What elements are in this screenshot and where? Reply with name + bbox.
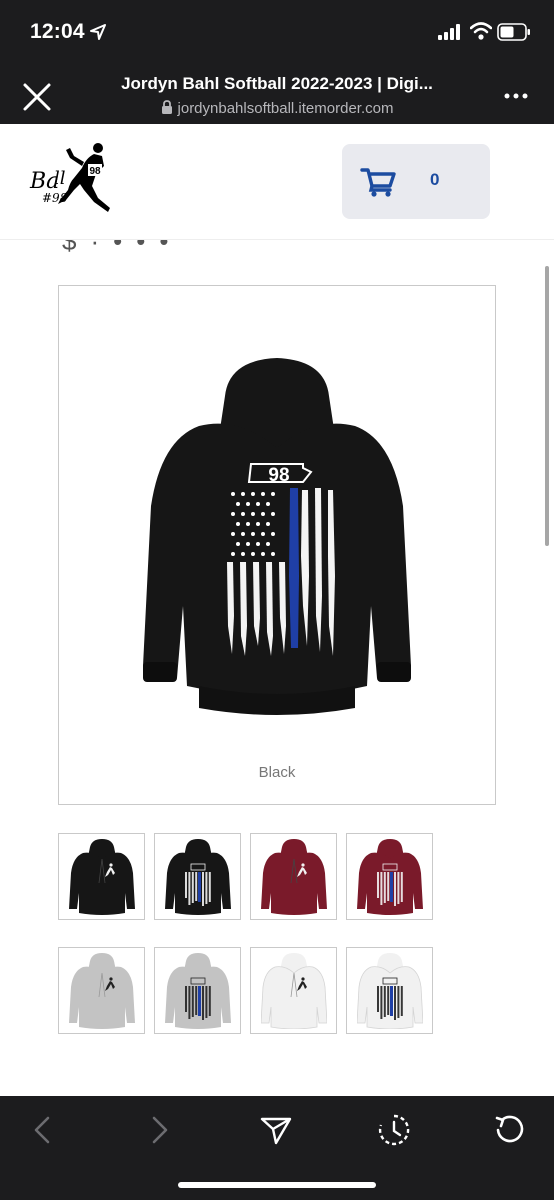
hoodie-thumbnail-icon [260, 838, 327, 915]
more-options-icon[interactable] [503, 91, 529, 101]
thumbnail-black-back[interactable] [154, 833, 241, 920]
location-arrow-icon [90, 24, 106, 40]
send-icon [260, 1117, 292, 1145]
lock-icon [161, 100, 172, 114]
reload-button[interactable] [490, 1112, 530, 1148]
site-logo[interactable]: 98 Ba ll #98 [26, 138, 116, 218]
history-icon [378, 1114, 410, 1146]
cart-button[interactable]: 0 [342, 144, 490, 219]
hoodie-number: 98 [268, 465, 289, 486]
main-product-image[interactable]: 98 Black [58, 285, 496, 805]
thumbnail-maroon-back[interactable] [346, 833, 433, 920]
chevron-left-icon [34, 1116, 50, 1144]
page-url-row[interactable]: jordynbahlsoftball.itemorder.com [70, 100, 484, 117]
battery-icon [497, 23, 530, 41]
hoodie-thumbnail-icon [260, 952, 327, 1029]
status-bar: 12:04 [0, 0, 554, 66]
back-button[interactable] [22, 1112, 62, 1148]
hoodie-thumbnail-icon [68, 838, 135, 915]
status-time: 12:04 [30, 20, 85, 43]
main-image-caption: Black [258, 764, 296, 781]
thumbnail-white-front[interactable] [250, 947, 337, 1034]
reload-icon [495, 1115, 524, 1143]
history-button[interactable] [374, 1112, 414, 1148]
thumbnail-gray-front[interactable] [58, 947, 145, 1034]
product-content: $·••• 98 Black [0, 240, 554, 1096]
scrollbar[interactable] [545, 266, 549, 546]
cart-count: 0 [430, 170, 440, 189]
thumbnail-white-back[interactable] [346, 947, 433, 1034]
thumbnail-black-front[interactable] [58, 833, 145, 920]
page-url: jordynbahlsoftball.itemorder.com [177, 100, 394, 117]
thumbnail-maroon-front[interactable] [250, 833, 337, 920]
site-header: 98 Ba ll #98 0 [0, 124, 554, 240]
svg-text:98: 98 [89, 166, 101, 177]
svg-text:ll: ll [54, 168, 66, 189]
browser-header: Jordyn Bahl Softball 2022-2023 | Digi...… [0, 66, 554, 124]
price-clipped: $·••• [62, 240, 183, 256]
share-button[interactable] [256, 1112, 296, 1148]
hoodie-thumbnail-icon [164, 952, 231, 1029]
cart-icon [360, 168, 396, 197]
thumbnail-gray-back[interactable] [154, 947, 241, 1034]
cellular-signal-icon [438, 24, 460, 40]
home-indicator[interactable] [178, 1182, 376, 1188]
hoodie-back-image: 98 [143, 358, 411, 715]
hoodie-thumbnail-icon [68, 952, 135, 1029]
hoodie-thumbnail-icon [356, 838, 423, 915]
chevron-right-icon [152, 1116, 168, 1144]
page-title: Jordyn Bahl Softball 2022-2023 | Digi... [121, 74, 433, 93]
svg-text:#98: #98 [42, 191, 68, 205]
close-icon[interactable] [22, 82, 52, 112]
hoodie-thumbnail-icon [164, 838, 231, 915]
wifi-icon [470, 22, 492, 40]
forward-button[interactable] [140, 1112, 180, 1148]
hoodie-thumbnail-icon [356, 952, 423, 1029]
